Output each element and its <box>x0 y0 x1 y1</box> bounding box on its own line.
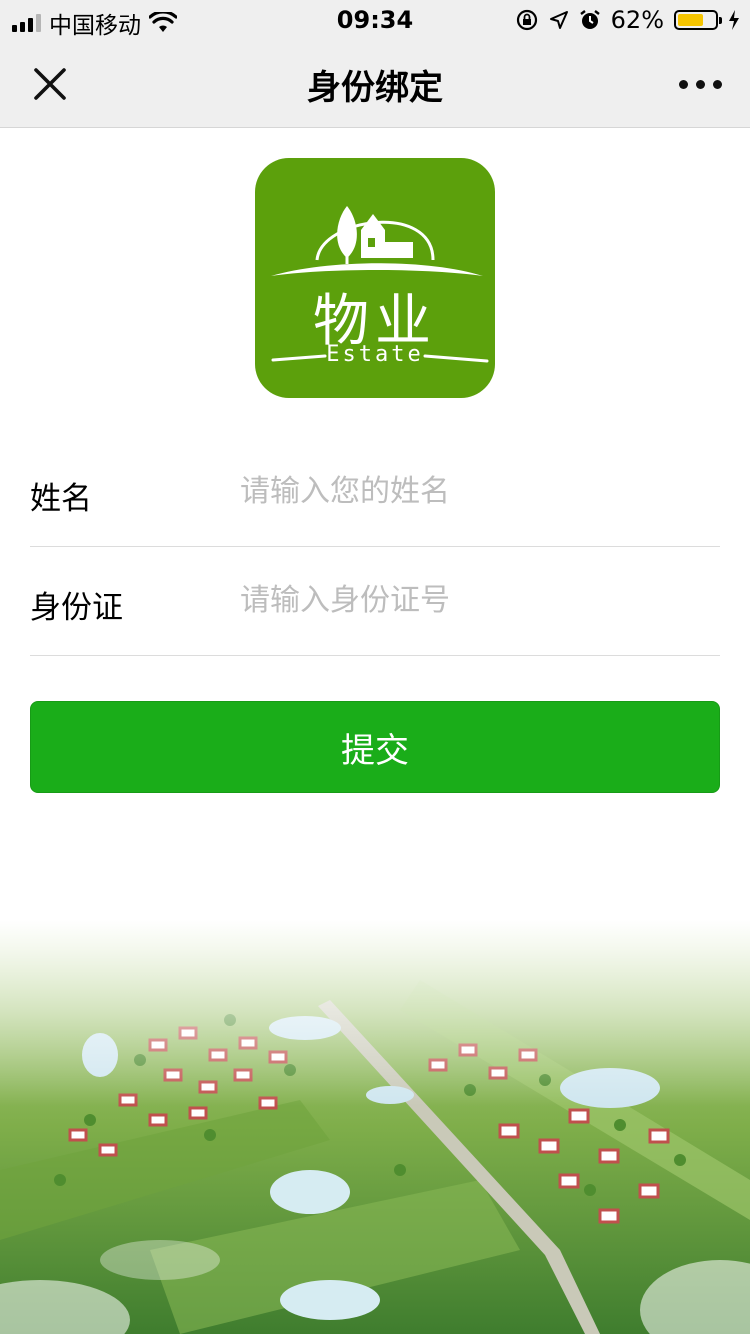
battery-icon <box>674 10 722 30</box>
charging-icon <box>729 10 739 30</box>
name-row: 姓名 <box>30 437 720 547</box>
page-title: 身份绑定 <box>307 68 443 108</box>
id-card-row: 身份证 <box>30 546 720 656</box>
more-icon[interactable] <box>679 80 722 89</box>
status-right: 62% <box>515 6 740 34</box>
submit-button[interactable]: 提交 <box>30 701 720 793</box>
app-logo: 物业 Estate <box>255 158 495 398</box>
battery-percent: 62% <box>610 6 664 34</box>
alarm-icon <box>579 10 600 29</box>
nav-bar: 身份绑定 <box>0 40 750 128</box>
id-card-input[interactable] <box>240 574 710 626</box>
logo-subtitle: Estate <box>326 342 424 367</box>
aerial-village-image <box>0 920 750 1334</box>
location-icon <box>549 11 568 29</box>
status-bar: 中国移动 09:34 62% <box>0 0 750 40</box>
orientation-lock-icon <box>516 9 537 31</box>
name-input[interactable] <box>240 465 710 517</box>
name-label: 姓名 <box>30 481 92 517</box>
id-card-label: 身份证 <box>30 590 123 626</box>
